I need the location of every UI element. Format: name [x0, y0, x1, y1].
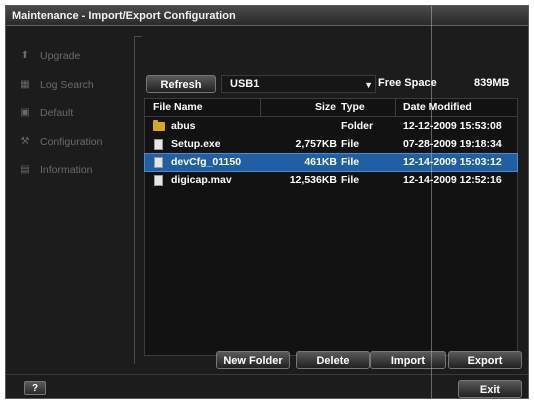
column-divider — [395, 99, 396, 116]
sidebar: ⬆ Upgrade ▦ Log Search ▣ Default ⚒ Confi… — [6, 27, 134, 362]
file-name: abus — [171, 120, 196, 132]
sidebar-item-label: Default — [40, 107, 74, 119]
column-divider — [260, 99, 261, 116]
device-select[interactable]: USB1 ▼ — [221, 75, 376, 93]
table-row[interactable]: abus Folder 12-12-2009 15:53:08 — [145, 118, 517, 135]
export-button[interactable]: Export — [448, 351, 522, 369]
col-header-date[interactable]: Date Modified — [403, 99, 472, 116]
file-name: digicap.mav — [171, 174, 232, 186]
table-row[interactable]: Setup.exe 2,757KB File 07-28-2009 19:18:… — [145, 136, 517, 153]
file-icon — [154, 139, 163, 150]
new-folder-button[interactable]: New Folder — [216, 351, 290, 369]
file-size: 2,757KB — [295, 138, 337, 150]
file-name: Setup.exe — [171, 138, 221, 150]
sidebar-item-information[interactable]: ▤ Information — [18, 161, 93, 179]
exit-button[interactable]: Exit — [458, 380, 522, 398]
table-row[interactable]: devCfg_01150 461KB File 12-14-2009 15:03… — [144, 153, 518, 172]
file-icon — [154, 157, 163, 168]
file-date: 07-28-2009 19:18:34 — [403, 138, 502, 150]
sidebar-item-log-search[interactable]: ▦ Log Search — [18, 76, 94, 94]
device-select-value: USB1 — [230, 78, 260, 90]
help-icon[interactable]: ? — [24, 381, 46, 395]
info-icon: ▤ — [20, 164, 30, 175]
sidebar-item-label: Information — [40, 164, 93, 176]
wrench-icon: ⚒ — [20, 136, 30, 147]
refresh-button[interactable]: Refresh — [146, 75, 216, 93]
file-type: File — [341, 156, 360, 168]
file-date: 12-14-2009 15:03:12 — [403, 156, 502, 168]
table-header: File Name Size Type Date Modified — [145, 99, 517, 117]
file-type: File — [341, 174, 360, 186]
col-header-type[interactable]: Type — [341, 99, 365, 116]
col-header-size[interactable]: Size — [315, 99, 336, 116]
file-size: 461KB — [304, 156, 337, 168]
upload-icon: ⬆ — [20, 50, 30, 61]
divider — [134, 36, 135, 364]
file-type: Folder — [341, 120, 374, 132]
table-row[interactable]: digicap.mav 12,536KB File 12-14-2009 12:… — [145, 172, 517, 189]
file-table: File Name Size Type Date Modified abus F… — [144, 98, 518, 356]
file-name: devCfg_01150 — [171, 156, 242, 168]
sidebar-item-label: Upgrade — [40, 50, 81, 62]
delete-button[interactable]: Delete — [296, 351, 370, 369]
default-icon: ▣ — [20, 107, 30, 118]
file-date: 12-14-2009 12:52:16 — [403, 174, 502, 186]
folder-icon — [153, 120, 165, 131]
divider — [134, 36, 142, 37]
sidebar-item-configuration[interactable]: ⚒ Configuration — [18, 133, 103, 151]
file-type: File — [341, 138, 360, 150]
overlay-line — [431, 6, 432, 398]
window-title: Maintenance - Import/Export Configuratio… — [6, 6, 528, 26]
log-icon: ▦ — [20, 79, 30, 90]
footer-bar: ? Exit — [6, 374, 528, 398]
free-space-label: Free Space — [378, 77, 437, 89]
maintenance-window: Maintenance - Import/Export Configuratio… — [5, 5, 529, 399]
free-space-value: 839MB — [474, 77, 510, 89]
col-header-name[interactable]: File Name — [153, 99, 203, 116]
file-icon — [154, 175, 163, 186]
chevron-down-icon: ▼ — [364, 80, 373, 90]
import-button[interactable]: Import — [370, 351, 446, 369]
file-size: 12,536KB — [289, 174, 337, 186]
file-date: 12-12-2009 15:53:08 — [403, 120, 502, 132]
sidebar-item-default[interactable]: ▣ Default — [18, 104, 73, 122]
sidebar-item-label: Configuration — [40, 136, 103, 148]
sidebar-item-upgrade[interactable]: ⬆ Upgrade — [18, 47, 80, 65]
sidebar-item-label: Log Search — [40, 79, 94, 91]
